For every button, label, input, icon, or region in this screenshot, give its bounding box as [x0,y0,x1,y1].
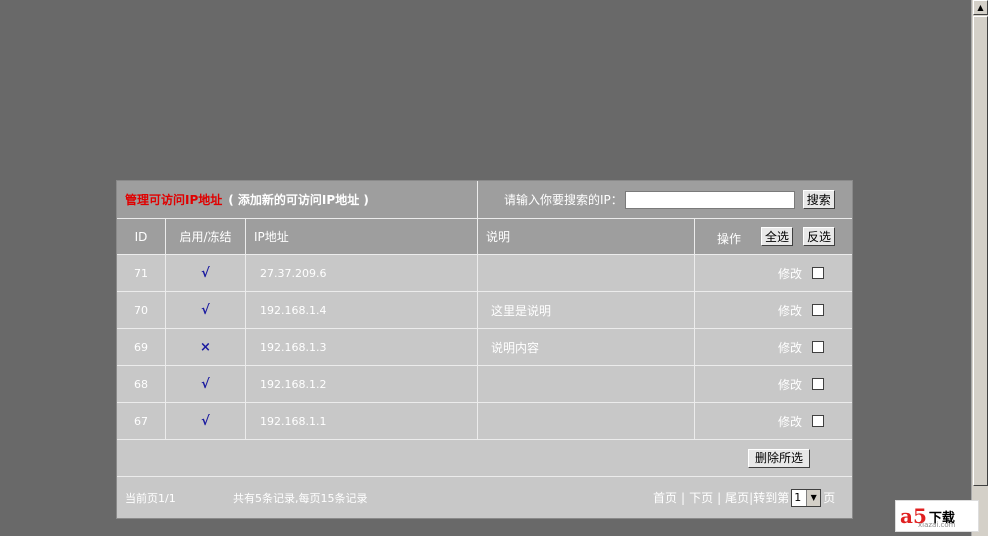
row-ip: 192.168.1.3 [260,340,327,354]
scroll-up-arrow-icon[interactable]: ▲ [973,0,988,15]
ip-management-panel: 管理可访问IP地址 ( 添加新的可访问IP地址 ) 请输入你要搜索的IP： 搜索… [116,180,853,519]
table-row: 68 √ 192.168.1.2 修改 [117,366,852,403]
enabled-check-icon[interactable]: √ [201,377,210,392]
enabled-check-icon[interactable]: √ [201,303,210,318]
table-row: 71 √ 27.37.209.6 修改 [117,255,852,292]
row-checkbox[interactable] [812,378,824,390]
page-select[interactable]: 1 ▼ [791,488,822,507]
logo-site: xiazai.com [918,521,956,529]
row-id: 69 [134,340,148,354]
table-header: ID 启用/冻结 IP地址 说明 操作 全选 反选 [117,219,852,255]
table-row: 67 √ 192.168.1.1 修改 [117,403,852,440]
last-page-link[interactable]: 尾页 [725,489,749,506]
edit-link[interactable]: 修改 [778,413,802,430]
enabled-check-icon[interactable]: √ [201,266,210,281]
table-row: 70 √ 192.168.1.4 这里是说明 修改 [117,292,852,329]
search-label: 请输入你要搜索的IP： [504,193,623,207]
invert-selection-button[interactable]: 反选 [803,227,836,246]
table-row: 69 × 192.168.1.3 说明内容 修改 [117,329,852,366]
current-page-text: 当前页1/1 [125,491,176,505]
search-button[interactable]: 搜索 [802,190,835,209]
edit-link[interactable]: 修改 [778,376,802,393]
vertical-scrollbar[interactable]: ▲ [971,0,988,536]
col-operation: 操作 [717,232,742,246]
row-checkbox[interactable] [812,304,824,316]
row-ip: 192.168.1.2 [260,377,327,391]
pagination-bar: 当前页1/1 共有5条记录,每页15条记录 首页 | 下页 | 尾页 | 转到第… [117,477,852,518]
frozen-cross-icon[interactable]: × [200,340,211,355]
col-status: 启用/冻结 [179,230,232,244]
row-checkbox[interactable] [812,267,824,279]
pagination-separator: | [717,490,722,505]
row-ip: 192.168.1.1 [260,414,327,428]
row-checkbox[interactable] [812,415,824,427]
row-id: 70 [134,303,148,317]
page-select-value: 1 [794,491,802,504]
col-desc: 说明 [486,230,511,244]
row-checkbox[interactable] [812,341,824,353]
delete-selected-button[interactable]: 删除所选 [747,448,810,468]
row-ip: 192.168.1.4 [260,303,327,317]
col-id: ID [134,229,148,244]
edit-link[interactable]: 修改 [778,265,802,282]
add-ip-link[interactable]: ( 添加新的可访问IP地址 ) [228,191,369,208]
delete-row: 删除所选 [117,440,852,477]
row-id: 67 [134,414,148,428]
row-id: 71 [134,266,148,280]
a5-download-logo: a5 下载 xiazai.com [895,500,979,532]
enabled-check-icon[interactable]: √ [201,414,210,429]
page-suffix: 页 [823,491,836,505]
search-input[interactable] [624,190,795,209]
goto-page-label: 转到第 [753,491,790,505]
row-desc: 说明内容 [491,340,540,355]
pagination-separator: | [681,490,686,505]
row-desc: 这里是说明 [491,303,552,318]
first-page-link[interactable]: 首页 [653,489,677,506]
scroll-thumb[interactable] [973,16,988,486]
record-summary: 共有5条记录,每页15条记录 [233,491,368,505]
edit-link[interactable]: 修改 [778,339,802,356]
row-ip: 27.37.209.6 [260,266,327,280]
next-page-link[interactable]: 下页 [689,489,713,506]
panel-header: 管理可访问IP地址 ( 添加新的可访问IP地址 ) 请输入你要搜索的IP： 搜索 [117,181,852,219]
col-ip: IP地址 [254,230,289,244]
select-all-button[interactable]: 全选 [761,227,794,246]
row-id: 68 [134,377,148,391]
edit-link[interactable]: 修改 [778,302,802,319]
page-title: 管理可访问IP地址 [125,193,223,207]
chevron-down-icon[interactable]: ▼ [806,489,821,506]
